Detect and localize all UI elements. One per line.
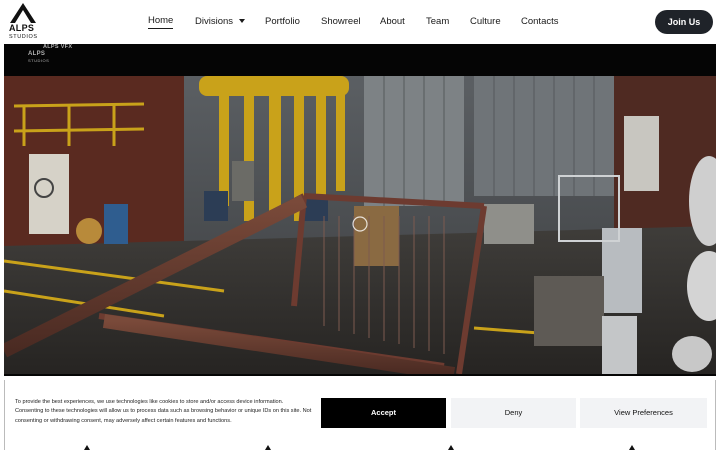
industrial-scene-frame xyxy=(4,76,716,374)
nav-about[interactable]: About xyxy=(380,14,405,30)
nav-team[interactable]: Team xyxy=(426,14,449,30)
page: ALPS STUDIOS Home Divisions Portfolio Sh… xyxy=(0,0,720,450)
deny-button[interactable]: Deny xyxy=(451,398,576,428)
join-us-button[interactable]: Join Us xyxy=(655,10,713,34)
nav-home[interactable]: Home xyxy=(148,14,174,29)
view-preferences-button[interactable]: View Preferences xyxy=(580,398,707,428)
site-header: ALPS STUDIOS Home Divisions Portfolio Sh… xyxy=(0,0,720,44)
accept-button[interactable]: Accept xyxy=(321,398,446,428)
watermark-logo: ALPS xyxy=(28,51,46,57)
mountain-icon xyxy=(448,445,454,450)
logo-subtitle: STUDIOS xyxy=(9,34,38,40)
main-nav: Home Divisions Portfolio Showreel About … xyxy=(0,14,720,30)
nav-culture[interactable]: Culture xyxy=(470,14,501,30)
nav-divisions[interactable]: Divisions xyxy=(195,14,246,30)
chevron-down-icon xyxy=(239,19,246,24)
cookie-consent-banner: To provide the best experiences, we use … xyxy=(4,380,716,450)
nav-showreel[interactable]: Showreel xyxy=(321,14,361,30)
watermark-subtitle: STUDIOS xyxy=(28,58,50,63)
nav-portfolio[interactable]: Portfolio xyxy=(265,14,300,30)
watermark-title: ALPS VFX xyxy=(43,44,73,50)
nav-divisions-label: Divisions xyxy=(195,16,234,27)
mountain-icon xyxy=(265,445,271,450)
nav-contacts[interactable]: Contacts xyxy=(521,14,559,30)
cookie-notice-text: To provide the best experiences, we use … xyxy=(15,399,312,424)
mountain-icon xyxy=(629,445,635,450)
showreel-video[interactable]: ALPS VFX ALPS STUDIOS xyxy=(4,44,716,376)
mountain-icon xyxy=(84,445,90,450)
